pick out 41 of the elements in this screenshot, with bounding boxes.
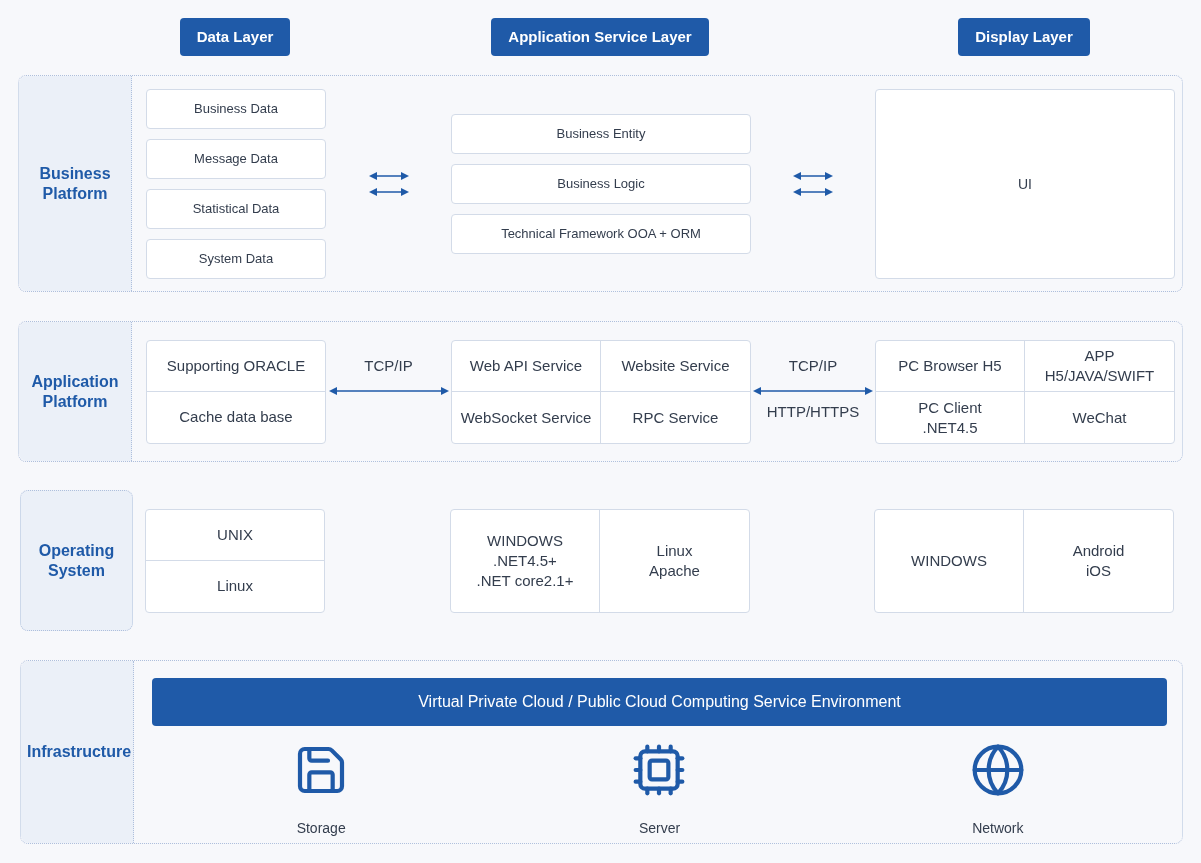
layer-item: UI bbox=[875, 89, 1175, 279]
table-cell: WINDOWS bbox=[875, 510, 1024, 612]
infrastructure-label: Server bbox=[638, 819, 681, 838]
infrastructure-label: Storage bbox=[296, 819, 346, 838]
platform-label: Business Platform bbox=[38, 163, 112, 204]
platform-label: Application Platform bbox=[30, 371, 120, 412]
layer-item: Business Entity bbox=[451, 114, 751, 154]
table-cell: APP H5/JAVA/SWIFT bbox=[1025, 341, 1174, 392]
layer-item: System Data bbox=[146, 239, 326, 279]
table-cell-text: Cache data base bbox=[178, 407, 294, 428]
table-cell: WebSocket Service bbox=[452, 392, 601, 443]
double-arrow bbox=[793, 187, 833, 197]
table-cell-text: WeChat bbox=[1071, 407, 1128, 428]
layer-item: Message Data bbox=[146, 139, 326, 179]
double-arrow bbox=[793, 171, 833, 181]
table-cell: PC Client .NET4.5 bbox=[876, 392, 1025, 443]
layer-item: Business Logic bbox=[451, 164, 751, 204]
table-cell: Supporting ORACLE bbox=[147, 341, 325, 392]
column-header: Display Layer bbox=[958, 18, 1090, 56]
cloud-banner: Virtual Private Cloud / Public Cloud Computing Service Environment bbox=[152, 678, 1167, 726]
table-cell-text: Android iOS bbox=[1071, 541, 1126, 581]
protocol-label: HTTP/HTTPS bbox=[766, 401, 860, 422]
protocol-label: TCP/IP bbox=[788, 356, 838, 376]
table-cell: Web API Service bbox=[452, 341, 601, 392]
layer-item: Statistical Data bbox=[146, 189, 326, 229]
layer-item: Technical Framework OOA + ORM bbox=[451, 214, 751, 254]
table-cell: Website Service bbox=[601, 341, 750, 392]
double-arrow bbox=[368, 187, 409, 197]
table-cell: PC Browser H5 bbox=[876, 341, 1025, 392]
table-cell: WINDOWS .NET4.5+ .NET core2.1+ bbox=[451, 510, 600, 612]
layer-item: Business Data bbox=[146, 89, 326, 129]
platform-label: Operating System bbox=[37, 540, 116, 581]
table-cell-text: Linux bbox=[216, 576, 254, 597]
column-header: Data Layer bbox=[179, 18, 291, 56]
protocol-label: TCP/IP bbox=[364, 356, 413, 376]
double-arrow bbox=[368, 171, 409, 181]
column-header: Application Service Layer bbox=[491, 18, 709, 56]
infrastructure-label: Network bbox=[972, 819, 1024, 838]
table-cell: UNIX bbox=[146, 510, 324, 561]
table-cell-text: RPC Service bbox=[631, 407, 720, 428]
table-cell-text: Linux Apache bbox=[648, 541, 701, 581]
